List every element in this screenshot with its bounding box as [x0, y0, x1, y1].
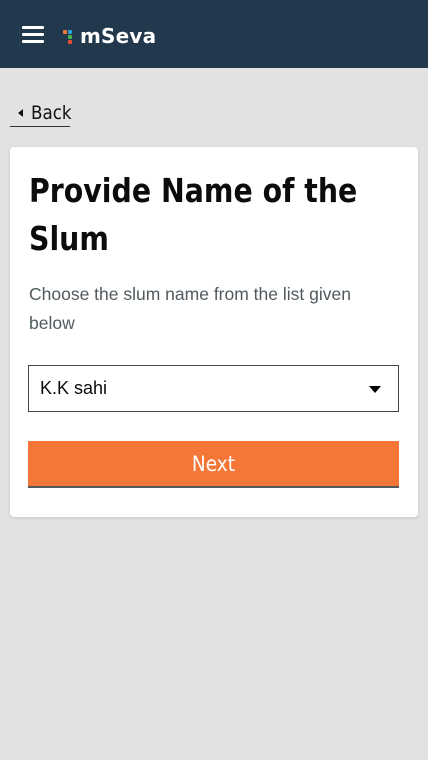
dropdown-selected-value: K.K sahi	[40, 378, 108, 398]
page-subtitle: Choose the slum name from the list given…	[29, 284, 351, 333]
app-name: mSeva	[80, 24, 157, 48]
back-link[interactable]: Back	[10, 100, 72, 127]
caret-down-icon	[369, 386, 381, 393]
back-label: Back	[31, 102, 72, 124]
next-button-label: Next	[191, 451, 236, 476]
app-header: mSeva	[0, 0, 428, 68]
mseva-logo-icon	[62, 27, 78, 45]
next-button[interactable]: Next	[28, 441, 399, 488]
app-logo: mSeva	[62, 24, 156, 48]
hamburger-menu-icon[interactable]	[22, 26, 44, 44]
slum-selection-card: Provide Name of the Slum Choose the slum…	[10, 147, 418, 517]
page-title: Provide Name of the Slum	[29, 171, 358, 258]
caret-left-icon	[18, 109, 23, 117]
slum-name-dropdown[interactable]: K.K sahi	[28, 365, 399, 412]
